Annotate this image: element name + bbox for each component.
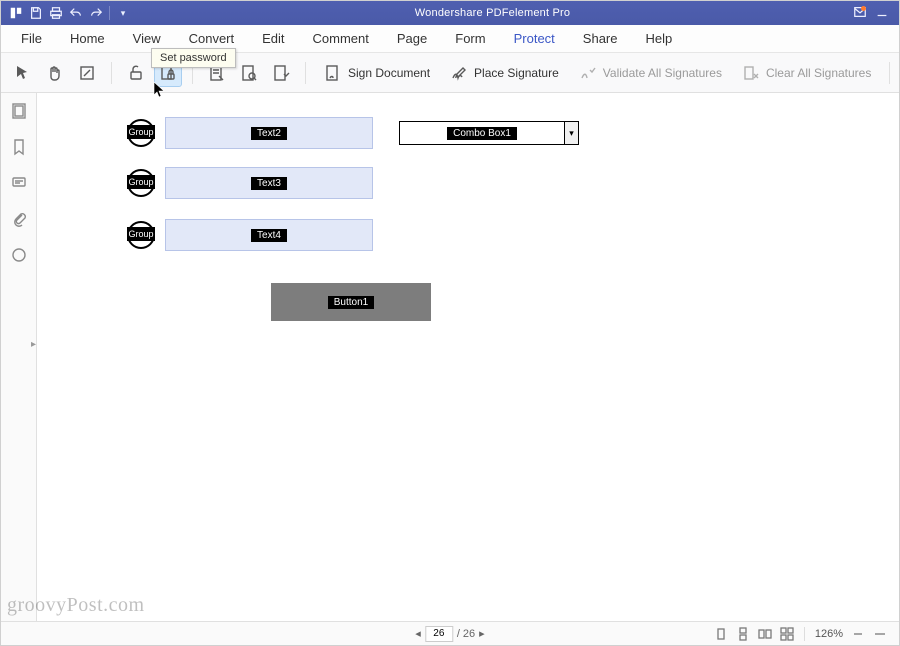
menu-share[interactable]: Share bbox=[571, 27, 630, 50]
page-next-icon[interactable]: ▸ bbox=[479, 627, 485, 640]
undo-icon[interactable] bbox=[67, 4, 85, 22]
clear-signatures-label: Clear All Signatures bbox=[766, 66, 871, 80]
combo-dropdown-icon[interactable]: ▾ bbox=[564, 122, 578, 144]
menu-convert[interactable]: Convert bbox=[177, 27, 247, 50]
view-facing-continuous-icon[interactable] bbox=[778, 625, 796, 643]
radio-group-2[interactable]: Group bbox=[127, 169, 155, 197]
lock-open-icon[interactable] bbox=[122, 59, 150, 87]
watermark: groovyPost.com bbox=[7, 594, 145, 617]
menu-protect[interactable]: Protect bbox=[502, 27, 567, 50]
view-single-icon[interactable] bbox=[712, 625, 730, 643]
menu-file[interactable]: File bbox=[9, 27, 54, 50]
text-field-2[interactable]: Text2 bbox=[165, 117, 373, 149]
clear-signatures-button[interactable]: Clear All Signatures bbox=[734, 59, 879, 87]
print-icon[interactable] bbox=[47, 4, 65, 22]
redo-icon[interactable] bbox=[87, 4, 105, 22]
text-field-4-label: Text4 bbox=[251, 229, 287, 242]
place-signature-button[interactable]: Place Signature bbox=[442, 59, 567, 87]
clear-icon bbox=[742, 64, 760, 82]
collapse-panel-icon[interactable]: ▸ bbox=[31, 333, 36, 350]
document-canvas[interactable]: Group Text2 Combo Box1 ▾ Group Text3 Gro… bbox=[37, 93, 899, 621]
redact-search-icon[interactable] bbox=[235, 59, 263, 87]
place-signature-label: Place Signature bbox=[474, 66, 559, 80]
validate-signatures-label: Validate All Signatures bbox=[603, 66, 722, 80]
mail-icon[interactable] bbox=[853, 5, 867, 22]
separator bbox=[305, 62, 306, 84]
view-continuous-icon[interactable] bbox=[734, 625, 752, 643]
bookmarks-icon[interactable] bbox=[9, 137, 29, 157]
ribbon-toolbar: Sign Document Place Signature Validate A… bbox=[1, 53, 899, 93]
menubar: File Home View Convert Edit Comment Page… bbox=[1, 25, 899, 53]
menu-help[interactable]: Help bbox=[634, 27, 685, 50]
zoom-slider-icon[interactable] bbox=[871, 625, 889, 643]
radio-group-label: Group bbox=[127, 227, 155, 241]
button-field-1-label: Button1 bbox=[328, 296, 374, 309]
radio-group-label: Group bbox=[127, 125, 155, 139]
attachments-icon[interactable] bbox=[9, 209, 29, 229]
window-title: Wondershare PDFelement Pro bbox=[132, 7, 853, 19]
comments-icon[interactable] bbox=[9, 173, 29, 193]
thumbnails-icon[interactable] bbox=[9, 101, 29, 121]
button-field-1[interactable]: Button1 bbox=[271, 283, 431, 321]
view-facing-icon[interactable] bbox=[756, 625, 774, 643]
total-pages: / 26 bbox=[457, 628, 475, 640]
zoom-out-icon[interactable] bbox=[849, 625, 867, 643]
redact-apply-icon[interactable] bbox=[267, 59, 295, 87]
sign-document-button[interactable]: Sign Document bbox=[316, 59, 438, 87]
document-icon bbox=[324, 64, 342, 82]
sign-document-label: Sign Document bbox=[348, 66, 430, 80]
text-field-3-label: Text3 bbox=[251, 177, 287, 190]
statusbar: ◂ / 26 ▸ 126% bbox=[1, 621, 899, 645]
app-logo-icon bbox=[7, 4, 25, 22]
separator bbox=[804, 627, 805, 641]
current-page-input[interactable] bbox=[425, 626, 453, 642]
edit-tool-icon[interactable] bbox=[73, 59, 101, 87]
page-prev-icon[interactable]: ◂ bbox=[415, 627, 421, 640]
combo-box-1-label: Combo Box1 bbox=[447, 127, 517, 140]
tooltip: Set password bbox=[151, 48, 236, 68]
menu-edit[interactable]: Edit bbox=[250, 27, 296, 50]
validate-signatures-button[interactable]: Validate All Signatures bbox=[571, 59, 730, 87]
signature-icon bbox=[450, 64, 468, 82]
menu-form[interactable]: Form bbox=[443, 27, 497, 50]
hand-tool-icon[interactable] bbox=[41, 59, 69, 87]
side-panel: ▸ bbox=[1, 93, 37, 621]
radio-group-1[interactable]: Group bbox=[127, 119, 155, 147]
minimize-icon[interactable] bbox=[875, 5, 889, 22]
menu-page[interactable]: Page bbox=[385, 27, 439, 50]
pointer-tool-icon[interactable] bbox=[9, 59, 37, 87]
chat-icon[interactable] bbox=[9, 245, 29, 265]
titlebar: ▾ Wondershare PDFelement Pro bbox=[1, 1, 899, 25]
separator bbox=[889, 62, 890, 84]
separator bbox=[111, 62, 112, 84]
text-field-4[interactable]: Text4 bbox=[165, 219, 373, 251]
save-icon[interactable] bbox=[27, 4, 45, 22]
validate-icon bbox=[579, 64, 597, 82]
radio-group-label: Group bbox=[127, 175, 155, 189]
qat-dropdown-icon[interactable]: ▾ bbox=[114, 4, 132, 22]
text-field-2-label: Text2 bbox=[251, 127, 287, 140]
mouse-cursor-icon bbox=[153, 81, 167, 104]
pdf-page: Group Text2 Combo Box1 ▾ Group Text3 Gro… bbox=[37, 93, 899, 621]
zoom-level: 126% bbox=[813, 628, 845, 640]
combo-box-1[interactable]: Combo Box1 ▾ bbox=[399, 121, 579, 145]
page-navigator: ◂ / 26 ▸ bbox=[415, 626, 484, 642]
text-field-3[interactable]: Text3 bbox=[165, 167, 373, 199]
quick-access-toolbar: ▾ bbox=[1, 4, 132, 22]
menu-comment[interactable]: Comment bbox=[301, 27, 381, 50]
menu-view[interactable]: View bbox=[121, 27, 173, 50]
menu-home[interactable]: Home bbox=[58, 27, 117, 50]
qat-separator bbox=[109, 6, 110, 20]
radio-group-3[interactable]: Group bbox=[127, 221, 155, 249]
